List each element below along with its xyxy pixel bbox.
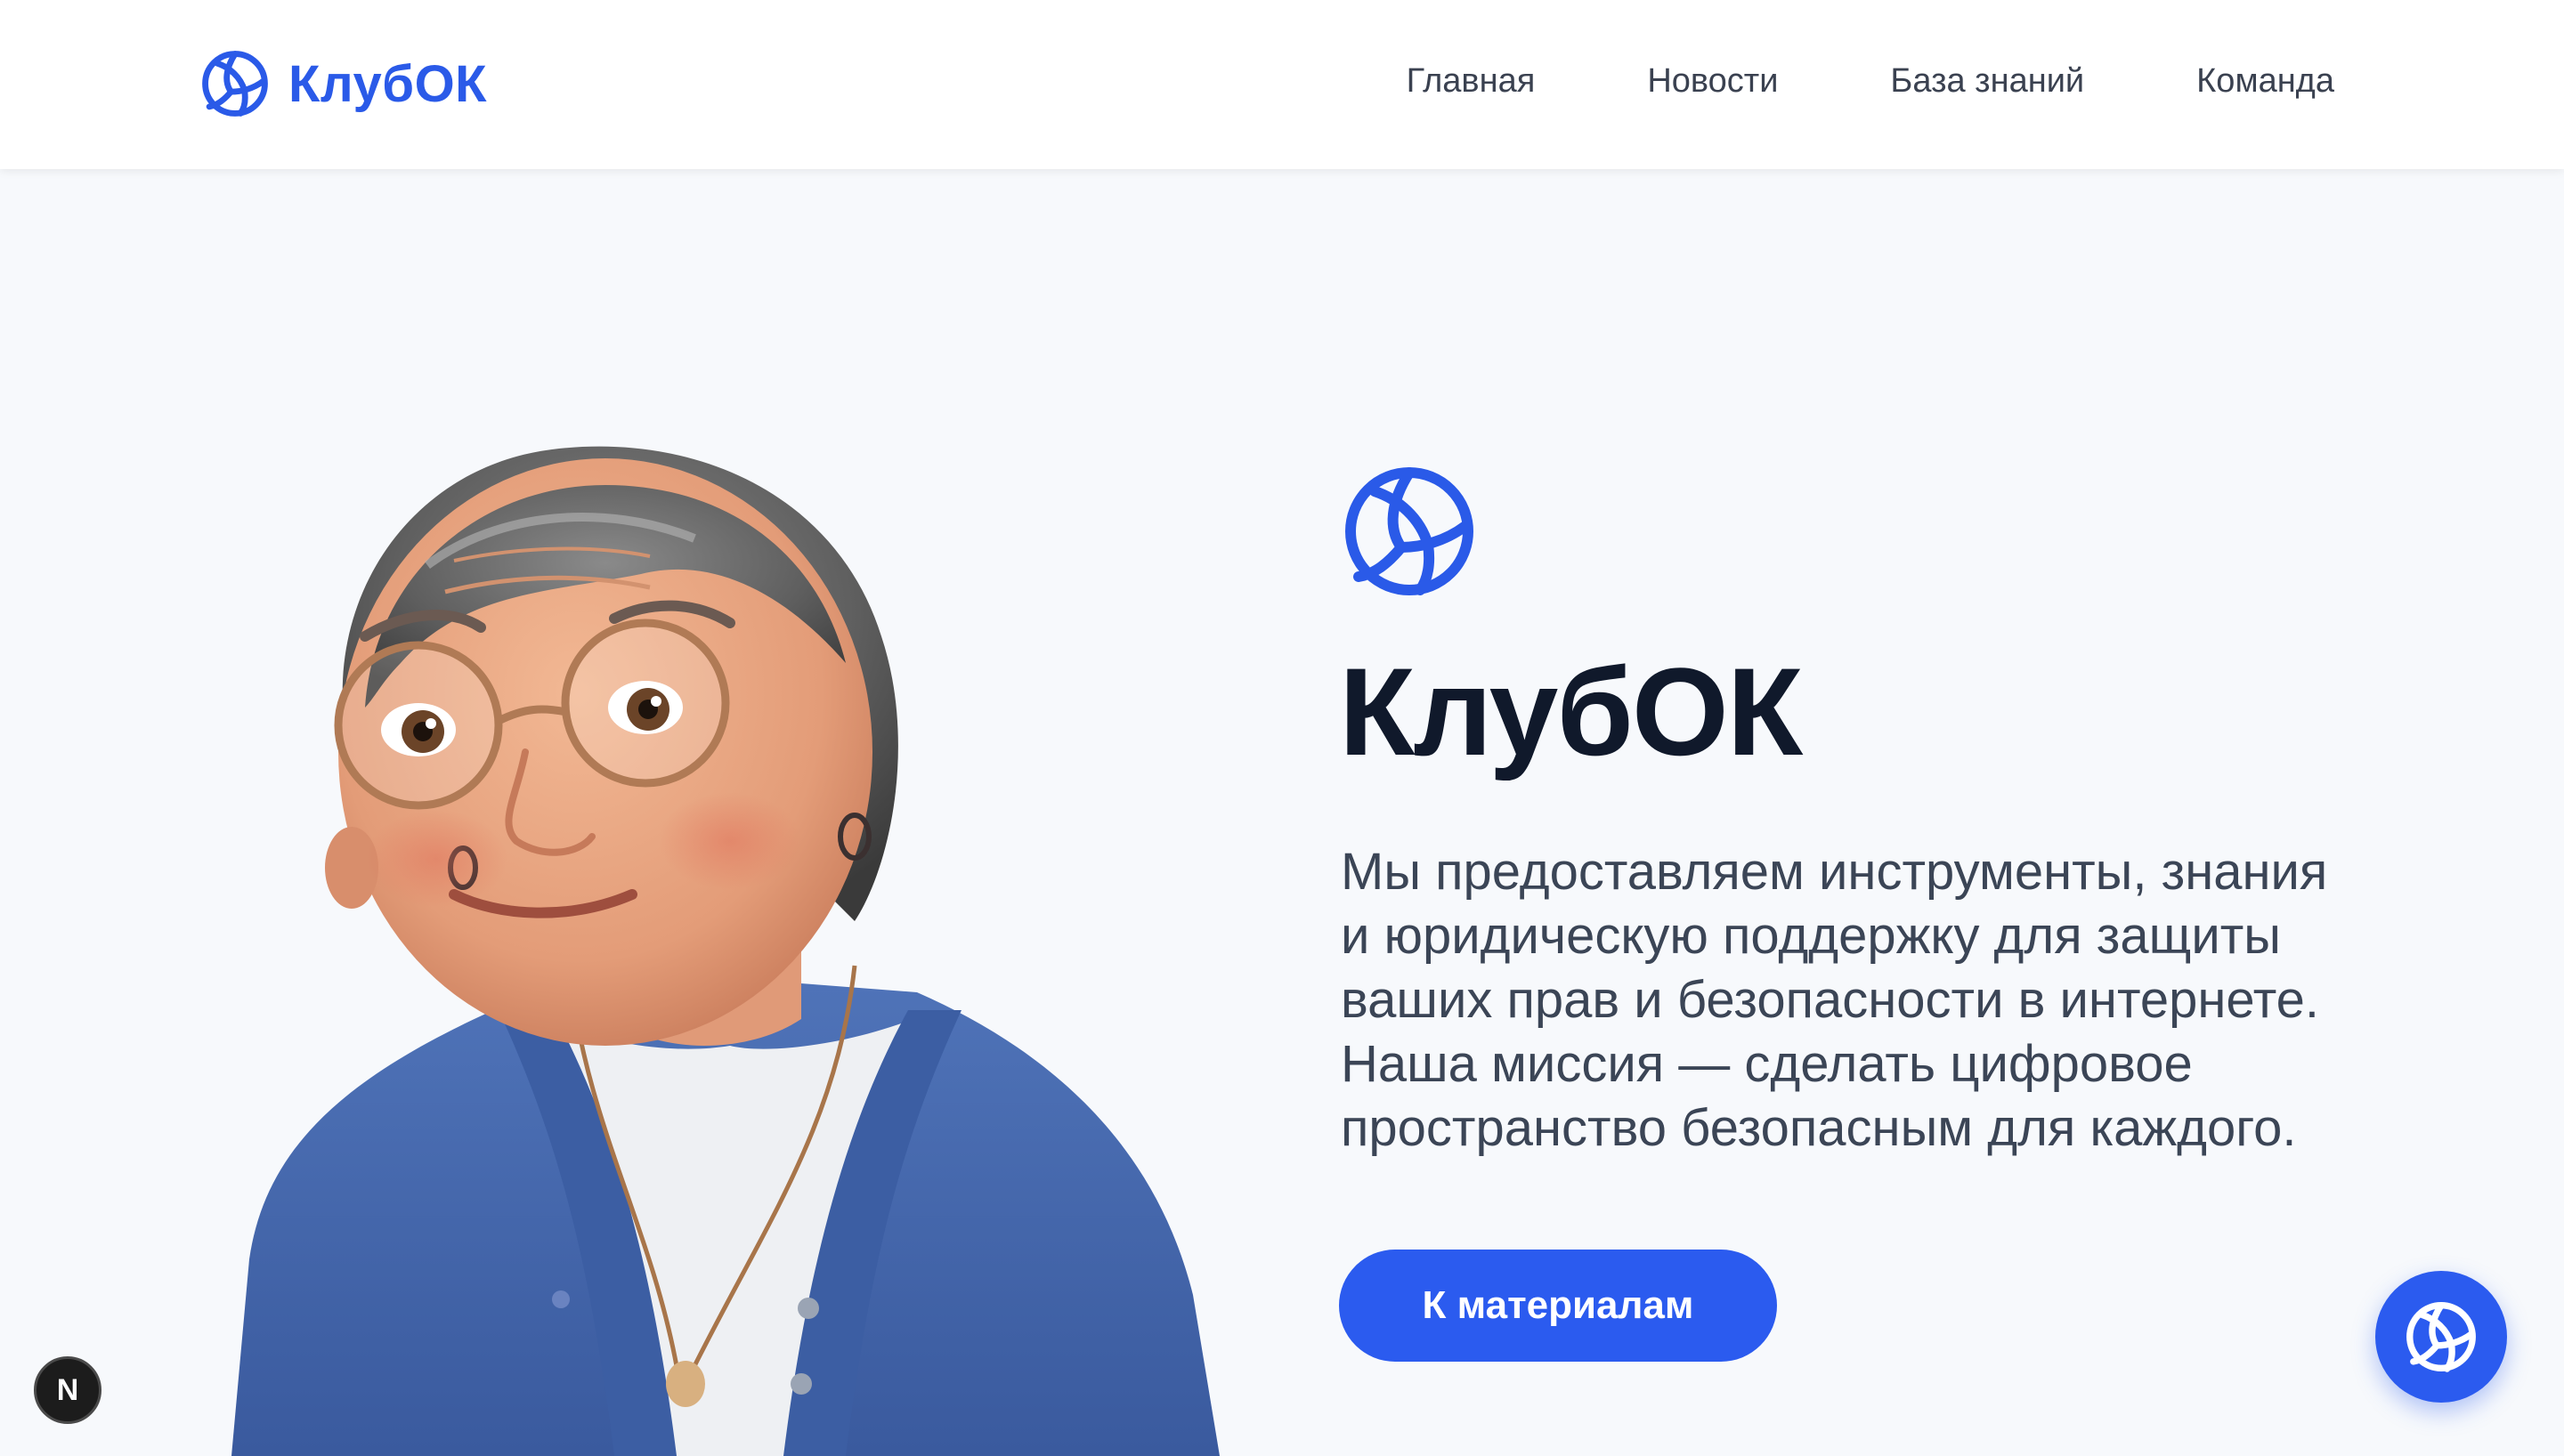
hero-description-line: Наша миссия — сделать цифровое — [1341, 1035, 2193, 1093]
site-header: КлубОК Главная Новости База знаний Коман… — [0, 0, 2564, 169]
hero-description-line: пространство безопасным для каждого. — [1341, 1099, 2297, 1157]
main-nav: Главная Новости База знаний Команда — [1407, 62, 2334, 101]
nav-link-knowledge-base[interactable]: База знаний — [1890, 62, 2084, 101]
brand-home-link[interactable]: КлубОК — [201, 50, 487, 117]
nextjs-dev-indicator-icon[interactable]: N — [34, 1356, 101, 1424]
hero-volleyball-logo-icon — [1343, 465, 1476, 598]
nav-link-team[interactable]: Команда — [2196, 62, 2334, 101]
volleyball-logo-icon — [201, 50, 269, 117]
hero-description: Мы предоставляем инструменты, знания и ю… — [1341, 840, 2409, 1161]
nav-link-home[interactable]: Главная — [1407, 62, 1536, 101]
volleyball-icon — [2405, 1300, 2478, 1373]
hero-description-line: и юридическую поддержку для защиты — [1341, 907, 2281, 965]
hero-illustration-grandmother — [231, 369, 1229, 1456]
nav-link-news[interactable]: Новости — [1647, 62, 1778, 101]
hero-description-line: Мы предоставляем инструменты, знания — [1341, 843, 2328, 901]
brand-name: КлубОК — [288, 54, 488, 113]
hero-description-line: ваших прав и безопасности в интернете. — [1341, 971, 2320, 1029]
to-materials-button[interactable]: К материалам — [1339, 1250, 1777, 1362]
floating-club-button[interactable] — [2375, 1271, 2507, 1403]
hero-title: КлубОК — [1339, 642, 1803, 781]
